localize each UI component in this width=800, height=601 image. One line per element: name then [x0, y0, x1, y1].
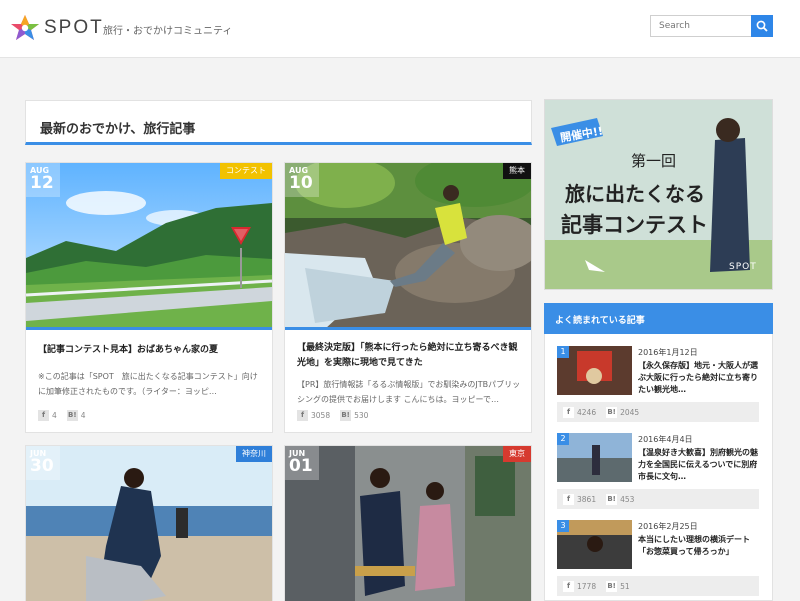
- category-tag[interactable]: 熊本: [503, 163, 531, 179]
- accent-bar: [285, 327, 531, 330]
- hatena-bookmark-icon: B!: [66, 410, 78, 421]
- search-input[interactable]: [650, 15, 752, 37]
- share-stats: f 4246 B! 2045: [557, 402, 759, 422]
- article-date: JUN 30: [26, 446, 60, 480]
- date-day: 12: [30, 173, 54, 193]
- popular-article-title[interactable]: 【温泉好き大歓喜】別府観光の魅力を全国民に伝えるついでに別府市長に文句…: [638, 447, 762, 483]
- facebook-count: 4246: [577, 407, 597, 417]
- accent-bar: [26, 327, 272, 330]
- category-tag[interactable]: コンテスト: [220, 163, 272, 179]
- date-day: 30: [30, 456, 54, 476]
- facebook-count: 4: [52, 411, 57, 420]
- section-title: 最新のおでかけ、旅行記事: [25, 100, 532, 145]
- hatena-count: 2045: [620, 407, 640, 417]
- facebook-count: 3861: [577, 494, 597, 504]
- hatena-bookmark-icon: B!: [606, 580, 618, 592]
- hatena-bookmark-icon: B!: [340, 410, 352, 421]
- article-photo[interactable]: [285, 446, 531, 601]
- share-stats: f 3861 B! 453: [557, 489, 759, 509]
- popular-article-item[interactable]: 3 2016年2月25日 本当にしたい理想の横浜デート「お惣菜買って帰ろっか」 …: [557, 520, 761, 600]
- article-title[interactable]: 【最終決定版】「熊本に行ったら絶対に立ち寄るべき観光地」を実際に現地で見てきた: [297, 341, 519, 371]
- share-stats: f 1778 B! 51: [557, 576, 759, 596]
- banner-line1: 第一回: [631, 152, 677, 170]
- facebook-icon: f: [563, 493, 574, 505]
- popular-article-item[interactable]: 1 2016年1月12日 【永久保存版】地元・大阪人が選ぶ大阪に行ったら絶対に立…: [557, 346, 761, 426]
- rank-badge: 1: [557, 346, 569, 358]
- banner-line2: 旅に出たくなる: [565, 182, 705, 206]
- facebook-count: 3058: [311, 411, 331, 420]
- popular-article-thumbnail[interactable]: 3: [557, 520, 632, 569]
- category-tag[interactable]: 東京: [503, 446, 531, 462]
- article-photo[interactable]: [285, 163, 531, 329]
- rank-badge: 2: [557, 433, 569, 445]
- banner-line3: 記事コンテスト: [561, 212, 708, 237]
- popular-article-date: 2016年4月4日: [638, 435, 693, 444]
- banner-logo: SPOT: [729, 262, 757, 272]
- facebook-count: 1778: [577, 581, 597, 591]
- date-day: 01: [289, 456, 313, 476]
- countryside-road-image: [26, 163, 272, 329]
- category-tag[interactable]: 神奈川: [236, 446, 272, 462]
- article-card[interactable]: AUG 10 熊本 【最終決定版】「熊本に行ったら絶対に立ち寄るべき観光地」を実…: [284, 162, 532, 433]
- rank-badge: 3: [557, 520, 569, 532]
- site-tagline: 旅行・おでかけコミュニティ: [103, 26, 233, 37]
- hatena-count: 51: [620, 581, 630, 591]
- hatena-count: 4: [80, 411, 86, 420]
- waterfall-rocks-image: [285, 163, 531, 329]
- article-card[interactable]: AUG 12 コンテスト 【記事コンテスト見本】おばあちゃん家の夏 ※この記事は…: [25, 162, 273, 433]
- article-photo[interactable]: [26, 163, 272, 329]
- facebook-icon: f: [38, 410, 49, 421]
- hatena-bookmark-icon: B!: [606, 493, 618, 505]
- article-date: AUG 10: [285, 163, 319, 197]
- site-header: SPOT 旅行・おでかけコミュニティ: [0, 0, 800, 58]
- brand-name[interactable]: SPOT: [44, 17, 104, 39]
- hatena-count: 530: [354, 411, 369, 420]
- date-day: 10: [289, 173, 313, 193]
- popular-articles-header: よく読まれている記事: [544, 303, 773, 334]
- article-excerpt: 【PR】旅行情報誌「るるぶ情報版」でお馴染みのJTBパブリッシングの提供でお届け…: [297, 380, 521, 404]
- article-title[interactable]: 【記事コンテスト見本】おばあちゃん家の夏: [38, 343, 260, 358]
- search-icon: [756, 20, 768, 32]
- share-stats: f 3058 B! 530: [297, 410, 378, 421]
- beach-image: [26, 446, 272, 601]
- facebook-icon: f: [563, 406, 574, 418]
- tokyo-street-image: [285, 446, 531, 601]
- popular-article-date: 2016年2月25日: [638, 522, 698, 531]
- share-stats: f 4 B! 4: [38, 410, 96, 421]
- article-date: JUN 01: [285, 446, 319, 480]
- popular-article-title[interactable]: 本当にしたい理想の横浜デート「お惣菜買って帰ろっか」: [638, 534, 762, 558]
- article-excerpt: ※この記事は「SPOT 旅に出たくなる記事コンテスト」向けに加筆修正されたもので…: [38, 372, 258, 396]
- hatena-count: 453: [620, 494, 635, 504]
- popular-article-thumbnail[interactable]: 2: [557, 433, 632, 482]
- popular-article-date: 2016年1月12日: [638, 348, 698, 357]
- popular-article-title[interactable]: 【永久保存版】地元・大阪人が選ぶ大阪に行ったら絶対に立ち寄りたい観光地…: [638, 360, 762, 396]
- article-date: AUG 12: [26, 163, 60, 197]
- contest-banner[interactable]: 開催中!! 第一回 旅に出たくなる 記事コンテスト SPOT: [544, 99, 773, 290]
- search-button[interactable]: [751, 15, 773, 37]
- article-photo[interactable]: [26, 446, 272, 601]
- spot-logo-icon[interactable]: [10, 14, 40, 42]
- hatena-bookmark-icon: B!: [606, 406, 618, 418]
- article-card[interactable]: JUN 01 東京: [284, 445, 532, 601]
- facebook-icon: f: [297, 410, 308, 421]
- article-card[interactable]: JUN 30 神奈川: [25, 445, 273, 601]
- popular-article-item[interactable]: 2 2016年4月4日 【温泉好き大歓喜】別府観光の魅力を全国民に伝えるついでに…: [557, 433, 761, 513]
- facebook-icon: f: [563, 580, 574, 592]
- popular-article-thumbnail[interactable]: 1: [557, 346, 632, 395]
